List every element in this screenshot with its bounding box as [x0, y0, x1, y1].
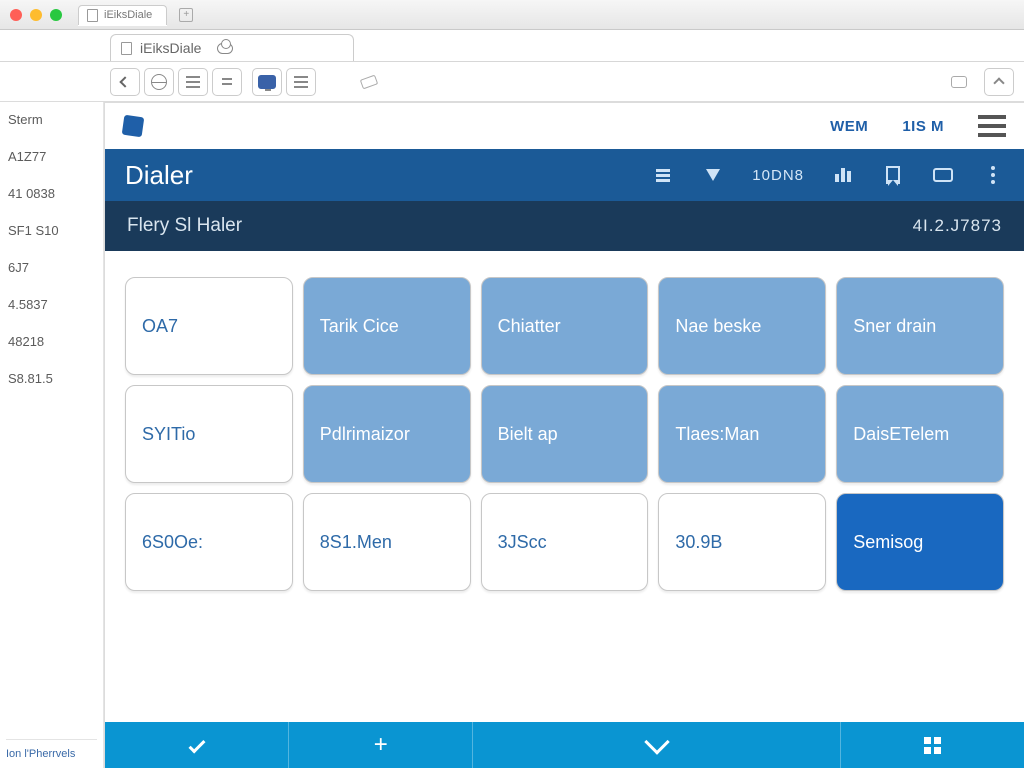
list-button[interactable] — [178, 68, 208, 96]
footer-expand-button[interactable] — [472, 722, 839, 768]
top-link-iism[interactable]: 1IS M — [902, 118, 944, 135]
dial-tile[interactable]: OA7 — [125, 277, 293, 375]
dial-tile[interactable]: 30.9B — [658, 493, 826, 591]
more-icon[interactable] — [982, 165, 1004, 185]
tile-grid: OA7 Tarik Cice Chiatter Nae beske Sner drain… — [125, 277, 1004, 591]
grid-icon — [924, 737, 941, 754]
rail-item[interactable]: Sterm — [6, 110, 97, 129]
section-title: Dialer — [125, 160, 193, 191]
tile-label: Tlaes:Man — [675, 424, 759, 445]
sub-header-right: 4I.2.J7873 — [913, 216, 1002, 236]
tile-label: 6S0Oe: — [142, 532, 203, 553]
globe-button[interactable] — [144, 68, 174, 96]
app-logo-icon — [122, 115, 145, 138]
tile-label: Semisog — [853, 532, 923, 553]
rail-item[interactable]: 48218 — [6, 332, 97, 351]
dial-tile[interactable]: SYITio — [125, 385, 293, 483]
tile-label: Sner drain — [853, 316, 936, 337]
tile-label: SYITio — [142, 424, 195, 445]
tile-label: Chiatter — [498, 316, 561, 337]
content-area: WEM 1IS M Dialer 10DN8 Flery Sl Haler 4I… — [104, 102, 1024, 768]
rail-item[interactable]: A1Z77 — [6, 147, 97, 166]
footer-bar: + — [105, 722, 1024, 768]
monitor-button[interactable] — [252, 68, 282, 96]
dial-tile[interactable]: Tarik Cice — [303, 277, 471, 375]
browser-toolbar — [0, 62, 1024, 102]
tag-button[interactable] — [944, 68, 974, 96]
window-zoom-button[interactable] — [50, 9, 62, 21]
tile-label: Pdlrimaizor — [320, 424, 410, 445]
dial-tile[interactable]: Nae beske — [658, 277, 826, 375]
chart-icon[interactable] — [832, 165, 854, 185]
os-titlebar: iEiksDiale + — [0, 0, 1024, 30]
rail-item[interactable]: 6J7 — [6, 258, 97, 277]
tile-label: 8S1.Men — [320, 532, 392, 553]
plus-icon: + — [374, 731, 388, 759]
left-rail: Sterm A1Z77 41 0838 SF1 S10 6J7 4.5837 4… — [0, 102, 104, 768]
dial-tile[interactable]: Pdlrimaizor — [303, 385, 471, 483]
rail-item[interactable]: 4.5837 — [6, 295, 97, 314]
top-link-wem[interactable]: WEM — [830, 118, 868, 135]
main-layout: Sterm A1Z77 41 0838 SF1 S10 6J7 4.5837 4… — [0, 102, 1024, 768]
filter-icon[interactable] — [702, 165, 724, 185]
tile-label: 30.9B — [675, 532, 722, 553]
dial-tile[interactable]: Chiatter — [481, 277, 649, 375]
bookmark-icon[interactable] — [882, 165, 904, 185]
stack-icon[interactable] — [652, 165, 674, 185]
compact-list-button[interactable] — [212, 68, 242, 96]
browser-tabs: iEiksDiale — [0, 30, 1024, 62]
section-header: Dialer 10DN8 — [105, 149, 1024, 201]
sub-header-left: Flery Sl Haler — [127, 215, 242, 237]
rail-item[interactable]: 41 0838 — [6, 184, 97, 203]
cloud-icon — [217, 43, 233, 54]
dial-tile[interactable]: DaisETelem — [836, 385, 1004, 483]
camera-icon[interactable] — [932, 165, 954, 185]
eraser-button[interactable] — [354, 68, 384, 96]
tile-label: DaisETelem — [853, 424, 949, 445]
window-close-button[interactable] — [10, 9, 22, 21]
footer-confirm-button[interactable] — [105, 722, 288, 768]
dial-tile[interactable]: Sner drain — [836, 277, 1004, 375]
tile-label: Bielt ap — [498, 424, 558, 445]
rail-item[interactable]: SF1 S10 — [6, 221, 97, 240]
check-icon — [188, 737, 205, 754]
menu-lines-button[interactable] — [286, 68, 316, 96]
window-minimize-button[interactable] — [30, 9, 42, 21]
tile-label: Nae beske — [675, 316, 761, 337]
tile-label: 3JScc — [498, 532, 547, 553]
dial-tile[interactable]: 8S1.Men — [303, 493, 471, 591]
chevron-down-icon — [644, 729, 669, 754]
dial-tile[interactable]: Semisog — [836, 493, 1004, 591]
dial-tile[interactable]: 3JScc — [481, 493, 649, 591]
rail-footer-link[interactable]: Ion l'Pherrvels — [6, 739, 97, 760]
page-icon — [121, 42, 132, 55]
os-tab[interactable]: iEiksDiale — [78, 5, 167, 25]
browser-tab-label: iEiksDiale — [140, 40, 201, 56]
footer-add-button[interactable]: + — [288, 722, 472, 768]
dial-tile[interactable]: Tlaes:Man — [658, 385, 826, 483]
os-new-tab-button[interactable]: + — [179, 8, 193, 22]
tile-grid-wrap: OA7 Tarik Cice Chiatter Nae beske Sner drain… — [105, 251, 1024, 722]
dial-tile[interactable]: 6S0Oe: — [125, 493, 293, 591]
tile-label: OA7 — [142, 316, 178, 337]
os-tab-label: iEiksDiale — [104, 9, 152, 21]
app-topbar: WEM 1IS M — [105, 103, 1024, 149]
rail-item[interactable]: S8.81.5 — [6, 369, 97, 388]
back-button[interactable] — [110, 68, 140, 96]
browser-tab[interactable]: iEiksDiale — [110, 34, 354, 61]
sub-header: Flery Sl Haler 4I.2.J7873 — [105, 201, 1024, 251]
tile-label: Tarik Cice — [320, 316, 399, 337]
dial-tile[interactable]: Bielt ap — [481, 385, 649, 483]
menu-icon[interactable] — [978, 115, 1006, 137]
footer-grid-button[interactable] — [840, 722, 1024, 768]
page-icon — [87, 9, 98, 22]
collapse-up-button[interactable] — [984, 68, 1014, 96]
count-label: 10DN8 — [752, 167, 804, 184]
